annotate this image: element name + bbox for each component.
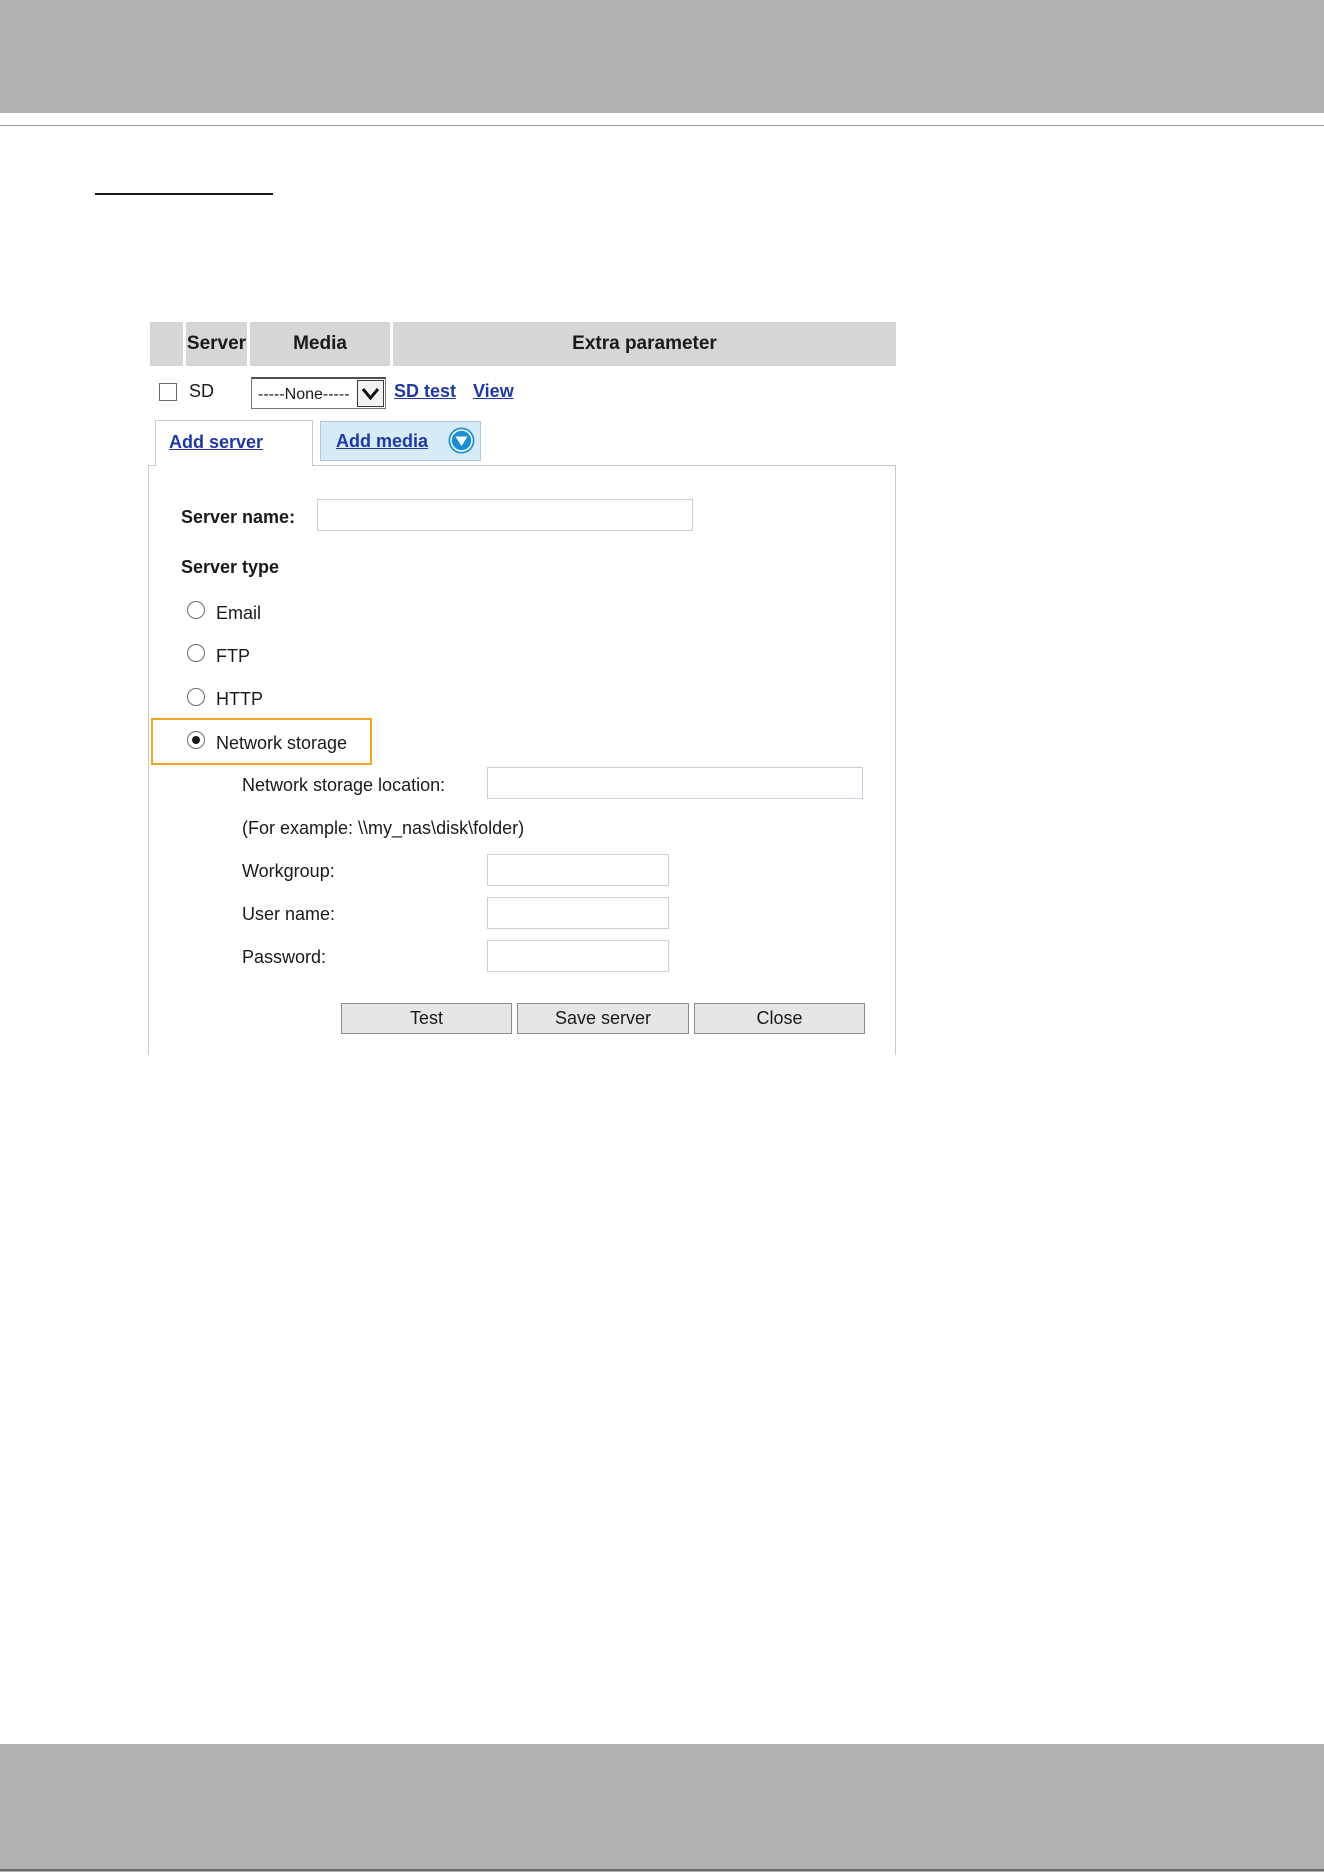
radio-http[interactable] <box>187 688 205 706</box>
radio-email-label[interactable]: Email <box>216 603 261 624</box>
radio-http-label[interactable]: HTTP <box>216 689 263 710</box>
media-select-value: -----None----- <box>258 386 350 403</box>
network-storage-example: (For example: \\my_nas\disk\folder) <box>242 818 525 838</box>
section-title-underline <box>95 193 273 195</box>
top-divider <box>0 125 1324 126</box>
network-storage-location-input[interactable] <box>487 767 863 799</box>
page-bottom-band <box>0 1744 1324 1872</box>
header-cell-checkbox <box>150 322 183 366</box>
password-label: Password: <box>242 947 327 967</box>
chevron-down-icon[interactable] <box>357 380 384 407</box>
media-select[interactable]: -----None----- <box>251 377 386 409</box>
password-input[interactable] <box>487 940 669 972</box>
radio-network-storage-label[interactable]: Network storage <box>216 733 347 754</box>
header-cell-server: Server <box>186 322 247 366</box>
bottom-divider <box>0 1869 1324 1871</box>
view-link[interactable]: View <box>473 381 514 402</box>
radio-ftp[interactable] <box>187 644 205 662</box>
close-button[interactable]: Close <box>694 1003 865 1034</box>
server-name-label: Server name: <box>181 507 296 527</box>
workgroup-input[interactable] <box>487 854 669 886</box>
radio-ftp-label[interactable]: FTP <box>216 646 250 667</box>
user-name-input[interactable] <box>487 897 669 929</box>
circle-chevron-down-icon[interactable] <box>448 427 475 454</box>
server-name-input[interactable] <box>317 499 693 531</box>
page-top-band <box>0 0 1324 113</box>
network-storage-location-label: Network storage location: <box>242 775 446 795</box>
tab-add-server-label[interactable]: Add server <box>169 432 263 453</box>
radio-email[interactable] <box>187 601 205 619</box>
server-type-label: Server type <box>181 557 280 577</box>
tab-add-server[interactable]: Add server <box>155 420 313 466</box>
header-cell-media: Media <box>250 322 390 366</box>
workgroup-label: Workgroup: <box>242 861 335 881</box>
save-server-button[interactable]: Save server <box>517 1003 689 1034</box>
tab-add-media[interactable]: Add media <box>320 421 481 461</box>
radio-network-storage[interactable] <box>187 731 205 749</box>
user-name-label: User name: <box>242 904 336 924</box>
test-button[interactable]: Test <box>341 1003 512 1034</box>
tab-add-media-label[interactable]: Add media <box>336 431 428 452</box>
sd-label: SD <box>189 381 215 401</box>
header-cell-extra-parameter: Extra parameter <box>393 322 896 366</box>
sd-test-link[interactable]: SD test <box>394 381 456 402</box>
sd-checkbox[interactable] <box>159 383 177 401</box>
